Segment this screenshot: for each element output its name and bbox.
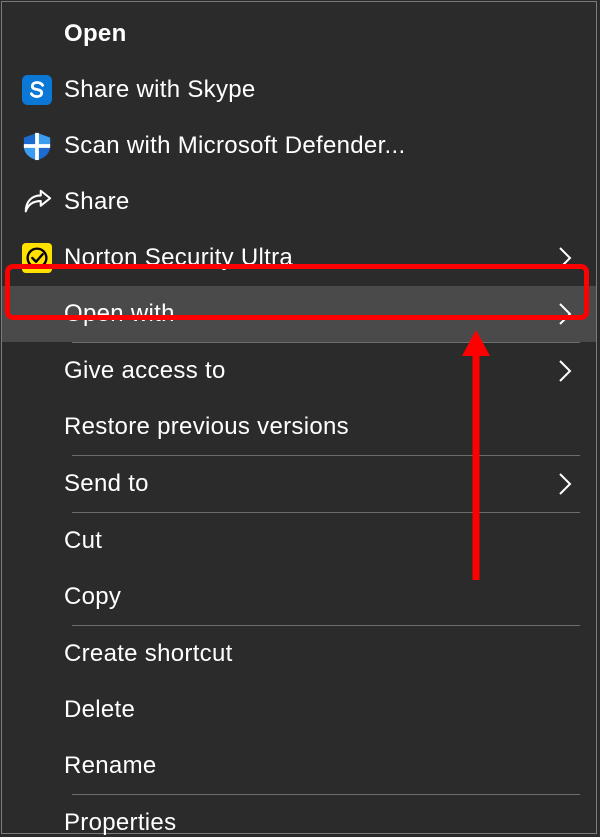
menu-item-send-to[interactable]: Send to: [2, 456, 596, 512]
blank-icon: [22, 750, 64, 782]
blank-icon: [22, 525, 64, 557]
menu-item-label: Cut: [64, 527, 578, 555]
chevron-right-icon: [552, 358, 578, 384]
blank-icon: [22, 638, 64, 670]
menu-item-label: Share: [64, 188, 578, 216]
menu-item-copy[interactable]: Copy: [2, 569, 596, 625]
menu-item-label: Copy: [64, 583, 578, 611]
chevron-right-icon: [552, 245, 578, 271]
blank-icon: [22, 298, 64, 330]
menu-item-label: Open: [64, 20, 578, 48]
blank-icon: [22, 694, 64, 726]
menu-item-label: Properties: [64, 809, 578, 837]
menu-item-share-skype[interactable]: Share with Skype: [2, 62, 596, 118]
menu-item-label: Delete: [64, 696, 578, 724]
menu-item-label: Restore previous versions: [64, 413, 578, 441]
share-icon: [22, 186, 64, 218]
blank-icon: [22, 411, 64, 443]
menu-item-create-shortcut[interactable]: Create shortcut: [2, 626, 596, 682]
menu-item-open[interactable]: Open: [2, 6, 596, 62]
defender-icon: [22, 130, 64, 162]
menu-item-label: Share with Skype: [64, 76, 578, 104]
menu-item-defender[interactable]: Scan with Microsoft Defender...: [2, 118, 596, 174]
menu-item-restore[interactable]: Restore previous versions: [2, 399, 596, 455]
blank-icon: [22, 807, 64, 837]
chevron-right-icon: [552, 301, 578, 327]
menu-item-delete[interactable]: Delete: [2, 682, 596, 738]
norton-icon: [22, 242, 64, 274]
blank-icon: [22, 18, 64, 50]
menu-item-label: Create shortcut: [64, 640, 578, 668]
context-menu: Open Share with Skype Scan with Microsof…: [1, 1, 597, 834]
menu-item-rename[interactable]: Rename: [2, 738, 596, 794]
menu-item-label: Open with: [64, 300, 552, 328]
chevron-right-icon: [552, 471, 578, 497]
menu-item-label: Give access to: [64, 357, 552, 385]
menu-item-label: Send to: [64, 470, 552, 498]
menu-item-label: Scan with Microsoft Defender...: [64, 132, 578, 160]
menu-item-label: Rename: [64, 752, 578, 780]
menu-item-properties[interactable]: Properties: [2, 795, 596, 837]
menu-item-share[interactable]: Share: [2, 174, 596, 230]
menu-item-norton[interactable]: Norton Security Ultra: [2, 230, 596, 286]
blank-icon: [22, 468, 64, 500]
blank-icon: [22, 355, 64, 387]
menu-item-cut[interactable]: Cut: [2, 513, 596, 569]
menu-item-open-with[interactable]: Open with: [2, 286, 596, 342]
menu-item-label: Norton Security Ultra: [64, 244, 552, 272]
blank-icon: [22, 581, 64, 613]
skype-icon: [22, 74, 64, 106]
menu-item-give-access[interactable]: Give access to: [2, 343, 596, 399]
